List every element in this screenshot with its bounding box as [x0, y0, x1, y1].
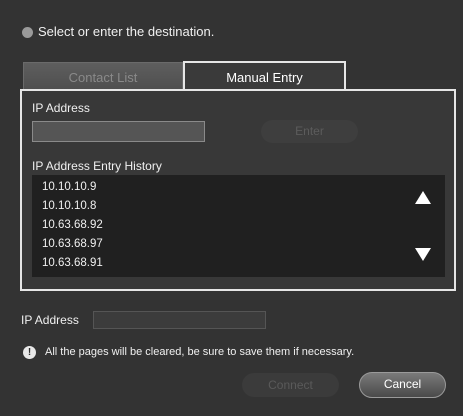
history-item[interactable]: 10.10.10.9: [42, 181, 96, 193]
selected-ip-label: IP Address: [21, 313, 79, 327]
selected-ip-field: [93, 311, 266, 329]
tab-manual-entry[interactable]: Manual Entry: [183, 61, 346, 91]
history-item[interactable]: 10.63.68.92: [42, 219, 103, 231]
ip-address-input[interactable]: [32, 121, 205, 142]
history-item[interactable]: 10.10.10.8: [42, 200, 96, 212]
instruction-text: Select or enter the destination.: [38, 24, 215, 39]
manual-entry-panel: IP Address Enter IP Address Entry Histor…: [20, 89, 456, 291]
arrow-down-icon: [415, 247, 431, 261]
arrow-up-icon: [415, 190, 431, 204]
scroll-up-button[interactable]: [412, 186, 434, 208]
scroll-down-button[interactable]: [412, 243, 434, 265]
history-item[interactable]: 10.63.68.97: [42, 238, 103, 250]
ip-history-list: 10.10.10.9 10.10.10.8 10.63.68.92 10.63.…: [32, 175, 445, 277]
connect-button[interactable]: Connect: [242, 373, 339, 397]
ip-address-label: IP Address: [32, 101, 90, 115]
tab-contact-list[interactable]: Contact List: [23, 62, 183, 91]
warning-text: All the pages will be cleared, be sure t…: [45, 346, 355, 358]
history-item[interactable]: 10.63.68.91: [42, 257, 103, 269]
status-dot-icon: [22, 27, 33, 38]
history-label: IP Address Entry History: [32, 159, 162, 173]
enter-button[interactable]: Enter: [261, 120, 358, 143]
warning-icon: !: [23, 346, 36, 359]
cancel-button[interactable]: Cancel: [359, 372, 446, 398]
